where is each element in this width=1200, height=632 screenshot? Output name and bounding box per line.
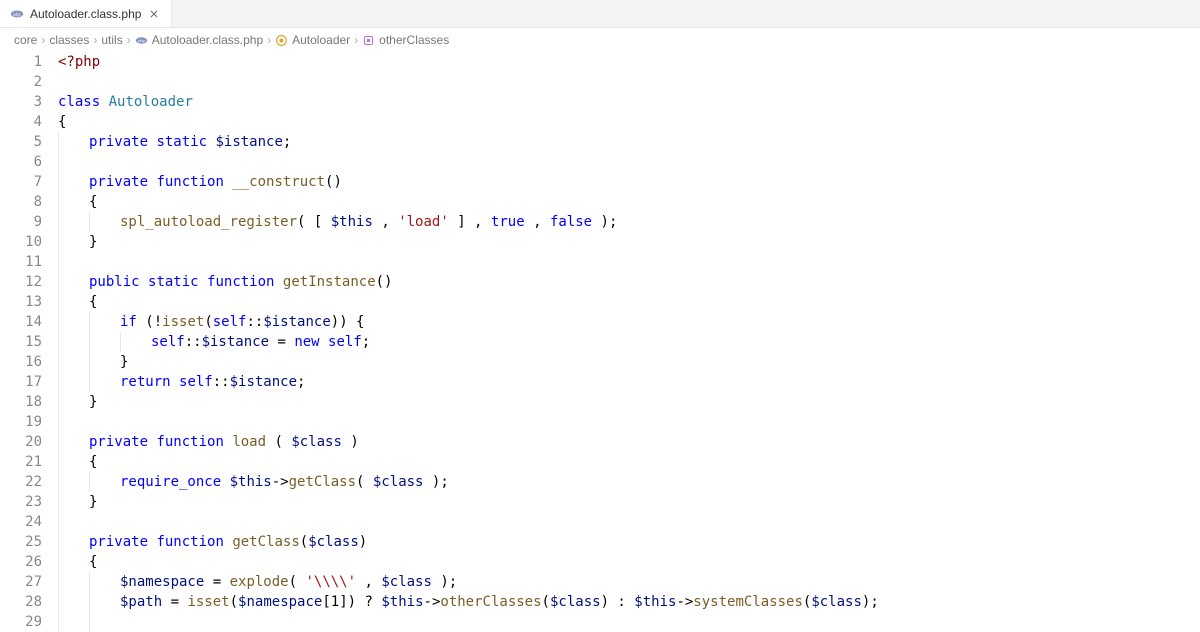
code-line[interactable]: { xyxy=(58,452,1200,472)
line-number: 14 xyxy=(0,312,42,332)
chevron-right-icon: › xyxy=(93,33,97,47)
breadcrumb-item[interactable]: Autoloader xyxy=(292,33,350,47)
breadcrumb-item[interactable]: otherClasses xyxy=(379,33,449,47)
close-icon[interactable] xyxy=(147,7,161,21)
tab-bar: php Autoloader.class.php xyxy=(0,0,1200,28)
php-icon: php xyxy=(135,34,148,47)
line-number: 11 xyxy=(0,252,42,272)
code-line[interactable]: $path = isset($namespace[1]) ? $this->ot… xyxy=(58,592,1200,612)
line-number: 5 xyxy=(0,132,42,152)
breadcrumb-item[interactable]: utils xyxy=(101,33,122,47)
line-number: 26 xyxy=(0,552,42,572)
code-line[interactable]: require_once $this->getClass( $class ); xyxy=(58,472,1200,492)
breadcrumb: core › classes › utils › php Autoloader.class.p… xyxy=(0,28,1200,52)
code-line[interactable]: $namespace = explode( '\\\\' , $class ); xyxy=(58,572,1200,592)
line-number: 19 xyxy=(0,412,42,432)
line-number-gutter: 1234567891011121314151617181920212223242… xyxy=(0,52,58,632)
line-number: 15 xyxy=(0,332,42,352)
line-number: 21 xyxy=(0,452,42,472)
line-number: 12 xyxy=(0,272,42,292)
line-number: 8 xyxy=(0,192,42,212)
line-number: 24 xyxy=(0,512,42,532)
code-line[interactable]: if (!isset(self::$istance)) { xyxy=(58,312,1200,332)
code-content[interactable]: <?phpclass Autoloader{private static $is… xyxy=(58,52,1200,632)
code-line[interactable]: } xyxy=(58,392,1200,412)
breadcrumb-item[interactable]: classes xyxy=(49,33,89,47)
line-number: 18 xyxy=(0,392,42,412)
code-line[interactable] xyxy=(58,412,1200,432)
code-line[interactable]: public static function getInstance() xyxy=(58,272,1200,292)
line-number: 25 xyxy=(0,532,42,552)
breadcrumb-item[interactable]: core xyxy=(14,33,37,47)
line-number: 1 xyxy=(0,52,42,72)
line-number: 16 xyxy=(0,352,42,372)
line-number: 2 xyxy=(0,72,42,92)
code-line[interactable] xyxy=(58,512,1200,532)
line-number: 27 xyxy=(0,572,42,592)
line-number: 22 xyxy=(0,472,42,492)
chevron-right-icon: › xyxy=(127,33,131,47)
line-number: 6 xyxy=(0,152,42,172)
class-icon xyxy=(275,34,288,47)
code-line[interactable]: <?php xyxy=(58,52,1200,72)
code-line[interactable]: } xyxy=(58,232,1200,252)
line-number: 23 xyxy=(0,492,42,512)
code-editor[interactable]: 1234567891011121314151617181920212223242… xyxy=(0,52,1200,632)
line-number: 10 xyxy=(0,232,42,252)
svg-text:php: php xyxy=(138,38,146,43)
code-line[interactable]: { xyxy=(58,112,1200,132)
code-line[interactable]: } xyxy=(58,492,1200,512)
code-line[interactable]: { xyxy=(58,292,1200,312)
php-icon: php xyxy=(10,7,24,21)
chevron-right-icon: › xyxy=(41,33,45,47)
code-line[interactable]: spl_autoload_register( [ $this , 'load' … xyxy=(58,212,1200,232)
line-number: 20 xyxy=(0,432,42,452)
code-line[interactable]: self::$istance = new self; xyxy=(58,332,1200,352)
code-line[interactable]: private function load ( $class ) xyxy=(58,432,1200,452)
code-line[interactable]: private function getClass($class) xyxy=(58,532,1200,552)
line-number: 29 xyxy=(0,612,42,632)
code-line[interactable] xyxy=(58,252,1200,272)
code-line[interactable] xyxy=(58,152,1200,172)
code-line[interactable]: { xyxy=(58,552,1200,572)
line-number: 17 xyxy=(0,372,42,392)
chevron-right-icon: › xyxy=(354,33,358,47)
code-line[interactable]: class Autoloader xyxy=(58,92,1200,112)
line-number: 28 xyxy=(0,592,42,612)
line-number: 3 xyxy=(0,92,42,112)
code-line[interactable]: } xyxy=(58,352,1200,372)
editor-tab[interactable]: php Autoloader.class.php xyxy=(0,0,172,27)
chevron-right-icon: › xyxy=(267,33,271,47)
svg-text:php: php xyxy=(13,11,21,16)
code-line[interactable]: return self::$istance; xyxy=(58,372,1200,392)
line-number: 13 xyxy=(0,292,42,312)
code-line[interactable]: private static $istance; xyxy=(58,132,1200,152)
tab-label: Autoloader.class.php xyxy=(30,7,141,21)
line-number: 9 xyxy=(0,212,42,232)
method-icon xyxy=(362,34,375,47)
code-line[interactable] xyxy=(58,612,1200,632)
line-number: 7 xyxy=(0,172,42,192)
code-line[interactable]: private function __construct() xyxy=(58,172,1200,192)
code-line[interactable]: { xyxy=(58,192,1200,212)
line-number: 4 xyxy=(0,112,42,132)
code-line[interactable] xyxy=(58,72,1200,92)
breadcrumb-item[interactable]: Autoloader.class.php xyxy=(152,33,263,47)
